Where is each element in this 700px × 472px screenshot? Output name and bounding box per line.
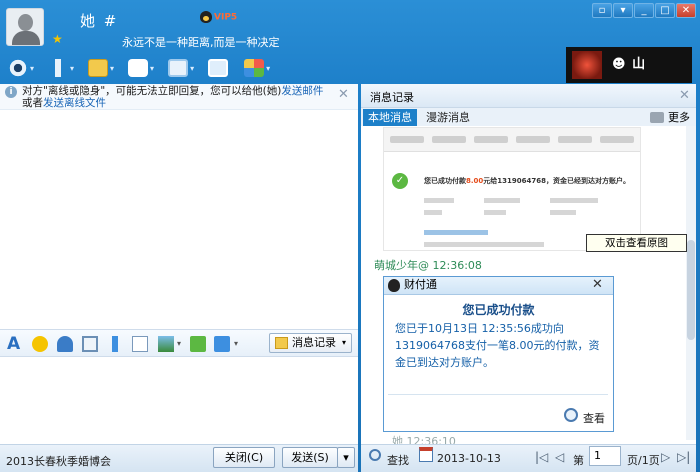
speaker-icon[interactable] — [650, 112, 664, 123]
view-link[interactable]: 查看 — [583, 410, 605, 426]
search-icon[interactable] — [369, 449, 381, 461]
page-label: 第 — [573, 454, 584, 467]
vip-badge: VIP5 — [200, 11, 237, 23]
maximize-button[interactable]: □ — [655, 3, 675, 18]
penguin-icon — [200, 11, 212, 23]
offline-notice: 对方"离线或隐身"，可能无法立即回复，您可以给他(她)发送邮件 或者发送离线文件 — [0, 84, 358, 110]
tooltip: 双击查看原图 — [586, 234, 687, 252]
check-icon: ✓ — [392, 173, 408, 189]
send-offline-file-link[interactable]: 发送离线文件 — [43, 97, 106, 109]
message-sender: 萌城少年@ 12:36:08 — [374, 259, 482, 272]
magic-icon[interactable] — [57, 336, 73, 352]
last-page-button[interactable]: ▷| — [677, 450, 690, 464]
close-notice-icon[interactable]: ✕ — [338, 87, 349, 102]
minimize-button[interactable]: _ — [634, 3, 654, 18]
chat-bubble-icon[interactable] — [128, 59, 149, 77]
close-button[interactable]: 关闭(C) — [213, 447, 275, 468]
close-window-button[interactable]: ✕ — [676, 3, 696, 18]
history-title: 消息记录 — [361, 84, 696, 108]
star-icon: ★ — [52, 32, 63, 46]
history-button[interactable]: 消息记录 ▾ — [269, 333, 352, 353]
vip-label: VIP5 — [214, 12, 238, 23]
search-button[interactable]: 查找 — [387, 452, 409, 468]
voice-message-icon[interactable] — [107, 336, 123, 352]
message-area[interactable] — [0, 110, 358, 328]
contact-signature: 永远不是一种距离,而是一种决定 — [122, 36, 280, 49]
ad-banner[interactable]: ☻ 山 — [566, 47, 692, 83]
page-input[interactable]: 1 — [589, 446, 621, 466]
info-icon: i — [5, 86, 17, 98]
tenpay-icon — [388, 279, 400, 292]
edit-icon[interactable] — [132, 336, 148, 352]
date-field[interactable]: 2013-10-13 — [437, 452, 501, 465]
toolbar: ▾ ▾ ▾ ▾ ▾ ▾ — [8, 56, 270, 80]
tab-roaming[interactable]: 漫游消息 — [426, 109, 470, 126]
card-close-icon[interactable]: ✕ — [592, 277, 603, 292]
close-history-icon[interactable]: ✕ — [679, 88, 690, 103]
contact-nickname: 她 # — [80, 12, 119, 30]
prev-page-button[interactable]: ◁ — [555, 450, 564, 464]
page-total: 页/1页 — [627, 454, 660, 467]
menu-button[interactable]: ▾ — [613, 3, 633, 18]
screen-share-icon[interactable] — [168, 59, 189, 77]
video-clip-icon[interactable] — [82, 336, 98, 352]
divider — [388, 394, 608, 395]
card-heading: 您已成功付款 — [462, 303, 535, 317]
payment-screenshot-image[interactable]: ✓ 您已成功付款8.00元给1319064768，资金已经到达对方账户。 — [383, 127, 641, 251]
apps-icon[interactable] — [244, 59, 265, 77]
remote-desktop-icon[interactable] — [208, 59, 229, 77]
card-title: 财付通 — [404, 278, 437, 291]
tab-local[interactable]: 本地消息 — [363, 109, 417, 126]
expo-link[interactable]: 2013长春秋季婚博会 — [6, 453, 111, 469]
first-page-button[interactable]: |◁ — [535, 450, 548, 464]
scrollbar-thumb[interactable] — [687, 240, 695, 340]
font-icon[interactable]: A — [7, 336, 23, 353]
image-icon[interactable] — [158, 336, 174, 352]
calendar-icon[interactable] — [419, 447, 433, 462]
voice-call-icon[interactable] — [48, 59, 69, 77]
history-icon — [275, 337, 288, 349]
file-transfer-icon[interactable] — [88, 59, 109, 77]
video-call-icon[interactable] — [8, 59, 28, 77]
more-button[interactable]: 更多 — [668, 109, 690, 126]
input-area[interactable] — [0, 358, 358, 444]
card-body: 您已于10月13日 12:35:56成功向1319064768支付一笔8.00元… — [395, 322, 600, 369]
skin-button[interactable]: ▫ — [592, 3, 612, 18]
music-icon[interactable] — [190, 336, 206, 352]
avatar[interactable] — [6, 8, 44, 46]
send-mail-link[interactable]: 发送邮件 — [281, 85, 323, 97]
send-button[interactable]: 发送(S) — [282, 447, 338, 468]
magnifier-icon — [564, 408, 578, 422]
send-options-button[interactable]: ▾ — [337, 447, 355, 468]
emoji-icon[interactable] — [32, 336, 48, 352]
next-page-button[interactable]: ▷ — [661, 450, 670, 464]
screenshot-icon[interactable] — [214, 336, 230, 352]
